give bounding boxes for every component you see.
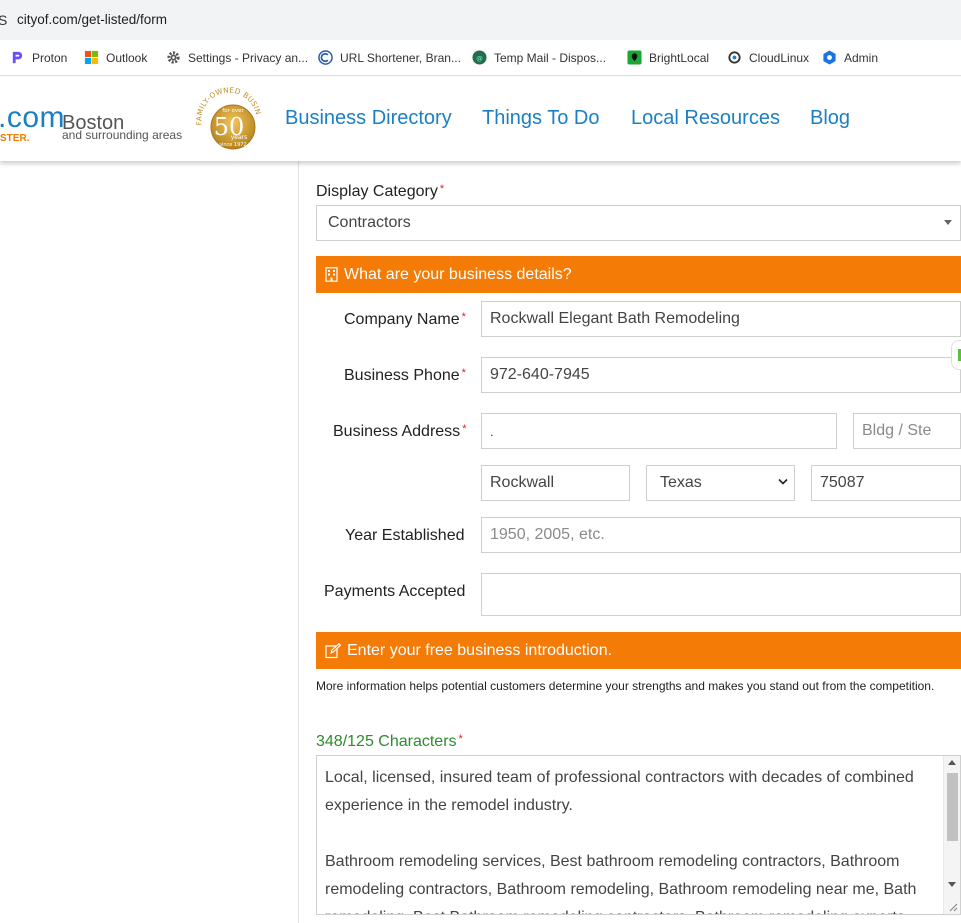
payments-accepted-label: Payments Accepted — [324, 583, 466, 600]
year-established-input[interactable]: 1950, 2005, etc. — [481, 517, 961, 553]
scroll-up-icon[interactable] — [948, 760, 956, 765]
site-header: .com STER. Boston and surrounding areas … — [0, 77, 961, 161]
family-owned-50-years-badge: FAMILY-OWNED BUSINESS for over 50 years … — [194, 85, 263, 153]
brightlocal-icon — [627, 50, 642, 65]
cloudlinux-icon — [728, 51, 741, 64]
business-address-label: Business Address * — [333, 423, 467, 440]
company-name-label: Company Name * — [344, 311, 466, 328]
proton-icon — [12, 51, 23, 64]
business-phone-input[interactable]: 972-640-7945 — [481, 357, 961, 393]
intro-help-text: More information helps potential custome… — [316, 679, 935, 693]
nav-local-resources[interactable]: Local Resources — [631, 107, 780, 130]
bookmark-admin[interactable]: Admin — [822, 50, 878, 65]
bookmark-settings[interactable]: Settings - Privacy an... — [166, 50, 308, 65]
svg-text:since 1972: since 1972 — [219, 142, 246, 148]
bookmark-outlook[interactable]: Outlook — [84, 50, 147, 65]
business-intro-text[interactable]: Local, licensed, insured team of profess… — [325, 764, 935, 914]
bookmark-cloudlinux[interactable]: CloudLinux — [727, 50, 809, 65]
admin-icon — [823, 50, 836, 65]
city-subtitle: and surrounding areas — [62, 128, 183, 142]
url-text[interactable]: cityof.com/get-listed/form — [17, 12, 167, 27]
side-widget-tab[interactable] — [951, 340, 961, 370]
nav-business-directory[interactable]: Business Directory — [285, 107, 452, 130]
resize-handle-icon[interactable] — [948, 902, 958, 912]
character-count: 348/125 Characters * — [316, 733, 463, 750]
edit-icon — [325, 642, 341, 659]
microsoft-icon — [84, 50, 99, 65]
logo-tagline: STER. — [0, 133, 30, 144]
link-shortener-icon — [318, 50, 333, 65]
bookmark-brightlocal[interactable]: BrightLocal — [627, 50, 709, 65]
bookmark-url-shortener[interactable]: URL Shortener, Bran... — [318, 50, 461, 65]
address-bar[interactable]: S cityof.com/get-listed/form — [0, 0, 961, 40]
temp-mail-icon: @ — [472, 50, 487, 65]
zip-input[interactable]: 75087 — [811, 465, 961, 501]
scroll-down-icon[interactable] — [948, 882, 956, 887]
nav-things-to-do[interactable]: Things To Do — [482, 107, 599, 130]
gear-icon — [167, 51, 180, 64]
business-phone-label: Business Phone * — [344, 367, 466, 384]
display-category-label: Display Category * — [316, 183, 445, 200]
business-intro-header: Enter your free business introduction. — [316, 632, 961, 669]
building-icon — [325, 267, 338, 282]
bookmark-proton[interactable]: Proton — [10, 50, 67, 65]
svg-text:years: years — [231, 134, 248, 141]
year-established-label: Year Established — [345, 527, 465, 544]
textarea-scrollbar[interactable] — [943, 756, 960, 914]
bookmarks-bar: Proton Outlook Settings - Privacy an... … — [0, 40, 961, 76]
payments-accepted-input[interactable] — [481, 573, 961, 616]
company-name-input[interactable]: Rockwall Elegant Bath Remodeling — [481, 301, 961, 337]
scrollbar-thumb[interactable] — [947, 773, 958, 841]
state-select[interactable]: Texas — [646, 465, 795, 501]
site-logo[interactable]: .com — [0, 101, 65, 135]
business-details-header: What are your business details? — [316, 256, 961, 293]
chevron-down-icon — [778, 478, 788, 485]
svg-text:@: @ — [476, 54, 483, 62]
business-intro-textarea[interactable]: Local, licensed, insured team of profess… — [316, 755, 961, 915]
left-sidebar — [0, 161, 299, 923]
city-input[interactable]: Rockwall — [481, 465, 630, 501]
display-category-select[interactable]: Contractors — [316, 205, 961, 241]
nav-blog[interactable]: Blog — [810, 107, 850, 130]
suite-input[interactable]: Bldg / Ste — [853, 413, 961, 449]
street-address-input[interactable]: . — [481, 413, 837, 449]
dropdown-arrow-icon — [944, 220, 952, 225]
required-asterisk: * — [439, 183, 445, 195]
site-info-icon[interactable]: S — [0, 12, 7, 28]
bookmark-temp-mail[interactable]: @ Temp Mail - Dispos... — [472, 50, 606, 65]
